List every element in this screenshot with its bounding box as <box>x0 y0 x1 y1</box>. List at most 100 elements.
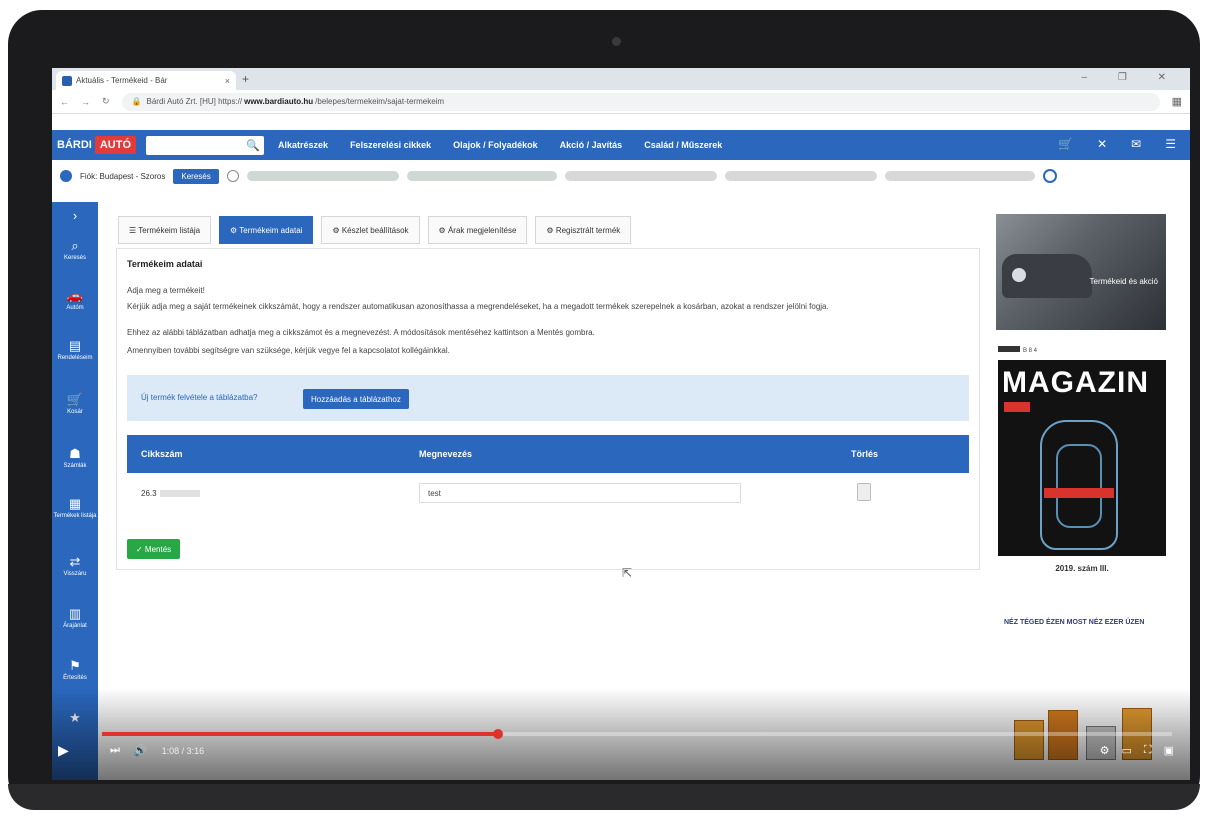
sidebar-item-notifications[interactable]: ⚑ Értesítés <box>52 658 98 681</box>
magazine-logo-block <box>998 346 1020 352</box>
browser-tab-title: Aktuális - Termékeid - Bár <box>76 76 168 85</box>
menu-item-felszereles[interactable]: Felszerelési cikkek <box>350 140 431 150</box>
tab-product-list[interactable]: ☰ Termékeim listája <box>118 216 212 244</box>
tools-icon[interactable]: ✕ <box>1097 137 1107 151</box>
volume-icon[interactable]: 🔊 <box>134 744 148 757</box>
sidebar-item-car[interactable]: 🚗 Autóm <box>52 288 98 311</box>
sidebar-item-label: Árajánlat <box>63 623 87 629</box>
video-time: 1:08 / 3:16 <box>161 745 205 756</box>
placeholder-pill <box>406 171 557 181</box>
car-icon: 🚗 <box>66 288 84 303</box>
product-table: Cikkszám Megnevezés Törlés 26.3 test <box>127 435 969 513</box>
fullscreen-icon[interactable]: ⛶ <box>1144 744 1152 757</box>
logo-text-right: AUTÓ <box>94 136 137 154</box>
magazine-bar: B 8 4 <box>998 346 1166 356</box>
add-product-box: Új termék felvétele a táblázatba? Hozzáa… <box>127 375 969 421</box>
url-domain: www.bardiauto.hu <box>244 97 314 106</box>
placeholder-pill <box>246 171 399 181</box>
add-product-question: Új termék felvétele a táblázatba? <box>141 393 258 402</box>
video-progress-bar[interactable] <box>102 729 1172 739</box>
url-path: /belepes/termekeim/sajat-termekeim <box>315 97 445 106</box>
chevron-right-icon: › <box>72 208 78 223</box>
tab-stock-settings[interactable]: ⚙ Készlet beállítások <box>321 216 420 244</box>
panel-text: Ehhez az alábbi táblázatban adhatja meg … <box>127 328 595 337</box>
magazine-car-outline-inner <box>1056 444 1102 528</box>
table-row: 26.3 test <box>127 473 969 513</box>
sidebar-item-orders[interactable]: ▤ Rendeléseim <box>52 338 98 361</box>
sidebar-item-search[interactable]: ⌕ Keresés <box>52 238 98 261</box>
cell-code: 26.3 <box>141 489 200 498</box>
column-header-code[interactable]: Cikkszám <box>141 449 183 459</box>
video-progress-fill <box>102 732 498 736</box>
sidebar-item-label: Rendeléseim <box>57 355 93 361</box>
search-icon: ⌕ <box>71 238 79 253</box>
sidebar-item-invoices[interactable]: ☗ Számlák <box>52 446 98 469</box>
main-panel: Termékeim adatai Adja meg a termékeit! K… <box>116 248 980 570</box>
search-icon[interactable]: 🔍 <box>246 139 260 152</box>
magazine-title: MAGAZIN <box>1002 366 1149 399</box>
site-search-input[interactable]: 🔍 <box>146 135 265 155</box>
next-icon[interactable]: ⏭ <box>110 744 120 757</box>
sidebar-item-product-list[interactable]: ▦ Termékek listája <box>52 496 98 519</box>
menu-icon[interactable]: ☰ <box>1165 137 1176 151</box>
menu-item-csalad[interactable]: Család / Műszerek <box>644 140 722 150</box>
panel-text: Adja meg a termékeit! <box>127 286 205 295</box>
location-label: Fiók: Budapest - Szoros <box>80 171 166 181</box>
reload-button[interactable]: ↻ <box>102 96 110 107</box>
lock-icon: 🔒 <box>131 97 142 106</box>
mail-icon[interactable]: ✉ <box>1131 137 1141 151</box>
video-controls: ⏭ 🔊 1:08 / 3:16 <box>110 744 204 757</box>
menu-item-alkatreszek[interactable]: Alkatrészek <box>278 140 328 150</box>
settings-icon[interactable]: ⚙ <box>1100 744 1110 757</box>
sidebar-item-label: Keresés <box>63 255 86 261</box>
url-field[interactable]: 🔒 Bárdi Autó Zrt. [HU] https:// www.bard… <box>121 92 1160 111</box>
back-button[interactable]: ← <box>60 97 69 107</box>
sidebar-item-label: Termékek listája <box>53 513 97 519</box>
tab-price-display[interactable]: ⚙ Árak megjelenítése <box>427 216 528 244</box>
browser-tab[interactable]: Aktuális - Termékeid - Bár × <box>56 71 236 90</box>
promo-text: NÉZ TÉGED ÉZEN MOST NÉZ EZER ÜZEN <box>1004 619 1145 626</box>
delete-icon[interactable] <box>857 483 871 501</box>
url-prefix: Bárdi Autó Zrt. [HU] https:// <box>146 97 243 106</box>
tab-registered-product[interactable]: ⚙ Regisztrált termék <box>535 216 632 244</box>
location-bar: Fiók: Budapest - Szoros Keresés <box>52 166 1190 186</box>
placeholder-pill <box>884 171 1035 181</box>
screen: Aktuális - Termékeid - Bár × + – ❐ ✕ ← →… <box>52 68 1190 780</box>
save-button[interactable]: ✓ Mentés <box>127 539 181 559</box>
play-icon[interactable]: ▶ <box>58 742 69 759</box>
sidebar-item-label: Autóm <box>66 305 84 311</box>
site-logo[interactable]: BÁRDI AUTÓ <box>54 135 137 155</box>
name-input[interactable]: test <box>419 483 741 503</box>
extension-icon[interactable]: ▦ <box>1172 95 1182 108</box>
close-tab-icon[interactable]: × <box>225 76 230 86</box>
miniplayer-icon[interactable]: ▭ <box>1121 744 1131 757</box>
menu-item-olajok[interactable]: Olajok / Folyadékok <box>453 140 538 150</box>
window-controls[interactable]: – ❐ ✕ <box>1082 72 1180 83</box>
laptop-bezel-bottom <box>8 784 1200 810</box>
magazine-banner <box>1044 488 1114 498</box>
video-progress-knob[interactable] <box>492 729 503 739</box>
panel-text: Kérjük adja meg a saját termékeinek cikk… <box>127 302 829 311</box>
placeholder-pill <box>724 171 877 181</box>
sidebar-item-expand[interactable]: › <box>52 208 98 223</box>
column-header-name[interactable]: Megnevezés <box>419 449 472 459</box>
sidebar-item-quote[interactable]: ▥ Árajánlat <box>52 606 98 629</box>
ad-car-banner[interactable]: Termékeid és akció <box>996 214 1166 330</box>
add-to-table-button[interactable]: Hozzáadás a táblázathoz <box>303 389 409 409</box>
sidebar-item-cart[interactable]: 🛒 Kosár <box>52 392 98 415</box>
location-search-button[interactable]: Keresés <box>173 168 219 184</box>
magazine-cover[interactable]: MAGAZIN <box>998 360 1166 556</box>
content-tabs: ☰ Termékeim listája ⚙ Termékeim adatai ⚙… <box>118 216 632 244</box>
mouse-cursor-icon: ⇱ <box>622 566 633 580</box>
cart-icon[interactable]: 🛒 <box>1058 137 1073 151</box>
menu-item-akcio[interactable]: Akció / Javítás <box>560 140 623 150</box>
new-tab-button[interactable]: + <box>242 72 249 86</box>
theater-icon[interactable]: ▣ <box>1164 744 1174 757</box>
sidebar-item-returns[interactable]: ⇄ Visszáru <box>52 554 98 577</box>
location-pin-icon <box>60 170 72 182</box>
forward-button[interactable]: → <box>81 97 90 107</box>
tab-product-data[interactable]: ⚙ Termékeim adatai <box>219 216 314 244</box>
location-end-icon[interactable] <box>1042 169 1057 183</box>
table-header: Cikkszám Megnevezés Törlés <box>127 435 969 473</box>
main-menu: Alkatrészek Felszerelési cikkek Olajok /… <box>278 140 744 150</box>
